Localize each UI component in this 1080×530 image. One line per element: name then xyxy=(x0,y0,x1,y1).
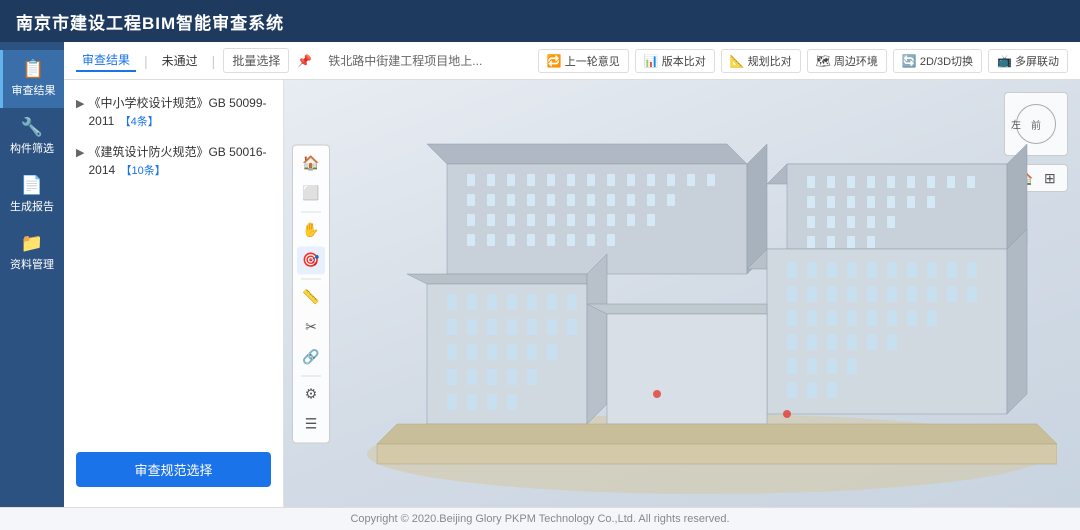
tab-not-passed[interactable]: 未通过 xyxy=(156,50,204,71)
footer-text: Copyright © 2020.Beijing Glory PKPM Tech… xyxy=(350,513,729,525)
3d-viewer[interactable]: 🏠 ⬜ ✋ 🎯 📏 ✂ 🔗 ⚙ ☰ 左 xyxy=(284,80,1080,507)
viewer-toolbar: 🏠 ⬜ ✋ 🎯 📏 ✂ 🔗 ⚙ ☰ xyxy=(292,144,330,443)
report-icon: 📄 xyxy=(21,176,43,194)
plan-compare-button[interactable]: 📐 规划比对 xyxy=(721,49,801,73)
building-svg: tlat xyxy=(307,84,1057,504)
app-title: 南京市建设工程BIM智能审查系统 xyxy=(16,9,284,34)
footer: Copyright © 2020.Beijing Glory PKPM Tech… xyxy=(0,507,1080,530)
tree-label-1: 《建筑设计防火规范》GB 50016-2014 【10条】 xyxy=(88,143,271,180)
toolbar-right: 🔁 上一轮意见 📊 版本比对 📐 规划比对 🗺 周边环境 🔄 2D xyxy=(538,49,1068,73)
sidebar-item-filter[interactable]: 🔧 构件筛选 xyxy=(0,108,64,166)
sidebar-item-report[interactable]: 📄 生成报告 xyxy=(0,166,64,224)
surrounding-env-button[interactable]: 🗺 周边环境 xyxy=(807,49,887,73)
sidebar-item-label-3: 资料管理 xyxy=(10,256,54,272)
link-tool-button[interactable]: 🔗 xyxy=(297,343,325,371)
main-toolbar: 审查结果 | 未通过 | 批量选择 📌 铁北路中街建工程项目地上... 🔁 上一… xyxy=(64,42,1080,80)
sidebar-item-label-1: 构件筛选 xyxy=(10,140,54,156)
tree-count-1: 【10条】 xyxy=(121,165,166,177)
work-area: ▶ 《中小学校设计规范》GB 50099-2011 【4条】 ▶ 《建筑设计防火… xyxy=(64,80,1080,507)
tab-audit-result[interactable]: 审查结果 xyxy=(76,49,136,72)
toolbar-left: 审查结果 | 未通过 | 批量选择 📌 铁北路中街建工程项目地上... xyxy=(76,48,482,73)
tree-arrow-1: ▶ xyxy=(76,145,84,162)
filter-icon: 🔧 xyxy=(21,118,43,136)
prev-review-button[interactable]: 🔁 上一轮意见 xyxy=(538,49,629,73)
left-panel: ▶ 《中小学校设计规范》GB 50099-2011 【4条】 ▶ 《建筑设计防火… xyxy=(64,80,284,507)
tree-item-1[interactable]: ▶ 《建筑设计防火规范》GB 50016-2014 【10条】 xyxy=(64,137,283,186)
resources-icon: 📁 xyxy=(21,234,43,252)
app-header: 南京市建设工程BIM智能审查系统 xyxy=(0,0,1080,42)
tree-count-0: 【4条】 xyxy=(120,116,159,128)
frame-tool-button[interactable]: ⬜ xyxy=(297,179,325,207)
sidebar-item-resources[interactable]: 📁 资料管理 xyxy=(0,224,64,282)
sidebar-item-audit[interactable]: 📋 审查结果 xyxy=(0,50,64,108)
view-switch-button[interactable]: 🔄 2D/3D切换 xyxy=(893,49,982,73)
home-tool-button[interactable]: 🏠 xyxy=(297,149,325,177)
version-compare-button[interactable]: 📊 版本比对 xyxy=(635,49,715,73)
select-norm-button[interactable]: 审查规范选择 xyxy=(76,452,271,487)
sidebar-item-label-0: 审查结果 xyxy=(12,82,56,98)
pan-tool-button[interactable]: ✋ xyxy=(297,216,325,244)
pin-icon: 📌 xyxy=(297,54,312,68)
menu-tool-button[interactable]: ☰ xyxy=(297,410,325,438)
sidebar: 📋 审查结果 🔧 构件筛选 📄 生成报告 📁 资料管理 xyxy=(0,42,64,507)
tree-item-0[interactable]: ▶ 《中小学校设计规范》GB 50099-2011 【4条】 xyxy=(64,88,283,137)
tree-arrow-0: ▶ xyxy=(76,96,84,113)
cut-tool-button[interactable]: ✂ xyxy=(297,313,325,341)
main-layout: 📋 审查结果 🔧 构件筛选 📄 生成报告 📁 资料管理 审查结果 | 未通过 |… xyxy=(0,42,1080,507)
project-name: 铁北路中街建工程项目地上... xyxy=(328,52,482,69)
sidebar-item-label-2: 生成报告 xyxy=(10,198,54,214)
settings-tool-button[interactable]: ⚙ xyxy=(297,380,325,408)
audit-icon: 📋 xyxy=(22,60,44,78)
content-area: 审查结果 | 未通过 | 批量选择 📌 铁北路中街建工程项目地上... 🔁 上一… xyxy=(64,42,1080,507)
building-container: tlat xyxy=(284,80,1080,507)
focus-tool-button[interactable]: 🎯 xyxy=(297,246,325,274)
measure-tool-button[interactable]: 📏 xyxy=(297,283,325,311)
tree-label-0: 《中小学校设计规范》GB 50099-2011 【4条】 xyxy=(88,94,271,131)
panel-bottom: 审查规范选择 xyxy=(64,440,283,499)
multi-screen-button[interactable]: 📺 多屏联动 xyxy=(988,49,1068,73)
batch-select-button[interactable]: 批量选择 xyxy=(223,48,289,73)
